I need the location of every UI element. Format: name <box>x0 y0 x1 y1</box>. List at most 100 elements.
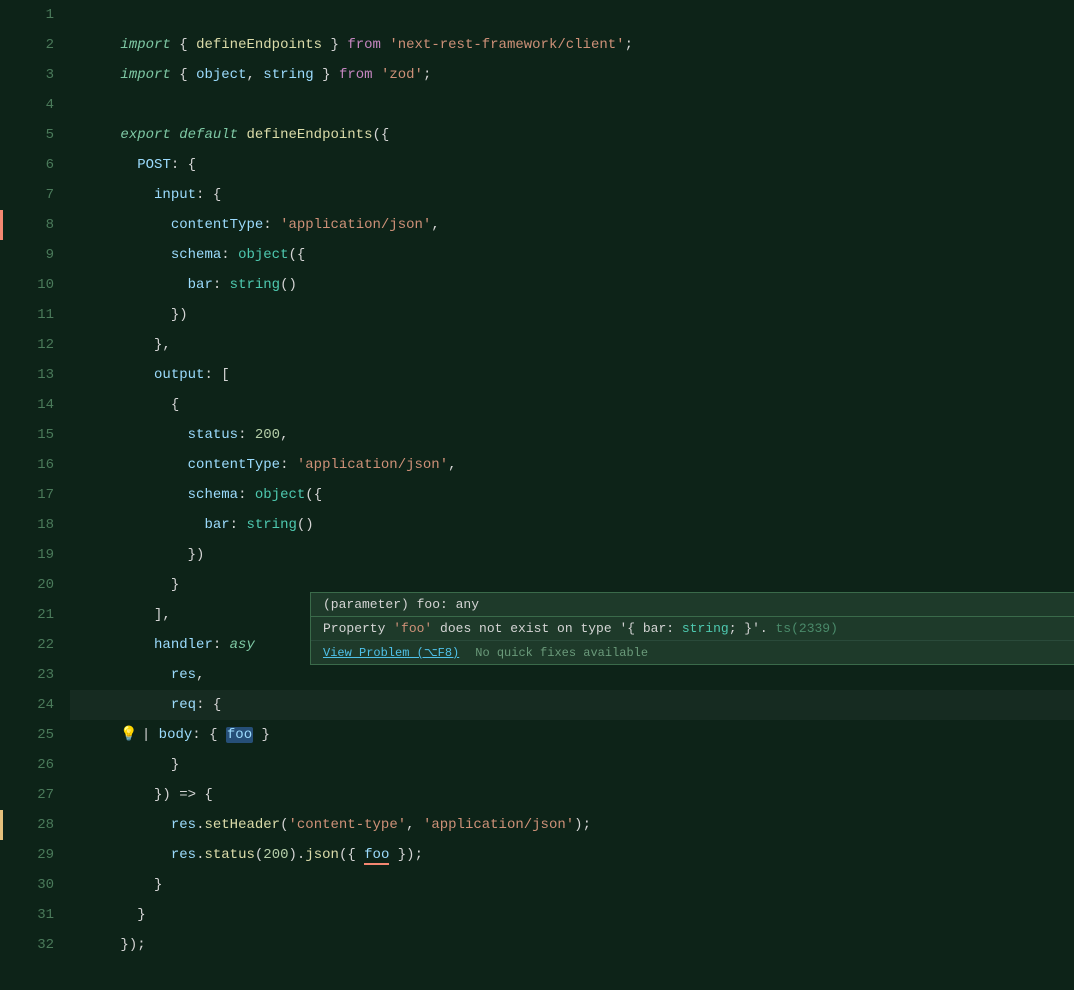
gutter-line-19 <box>0 540 20 570</box>
gutter-line-30 <box>0 870 20 900</box>
line-num-15: 15 <box>20 420 54 450</box>
line-num-22: 22 <box>20 630 54 660</box>
gutter-line-10 <box>0 270 20 300</box>
code-line-9: bar: string() <box>70 240 1074 270</box>
line-num-30: 30 <box>20 870 54 900</box>
code-line-11: }, <box>70 300 1074 330</box>
code-line-30: } <box>70 870 1074 900</box>
line-num-20: 20 <box>20 570 54 600</box>
code-line-5: POST: { <box>70 120 1074 150</box>
line-num-19: 19 <box>20 540 54 570</box>
line-num-31: 31 <box>20 900 54 930</box>
code-line-2: import { object, string } from 'zod'; <box>70 30 1074 60</box>
gutter-line-26 <box>0 750 20 780</box>
tooltip-type: string <box>682 621 729 636</box>
code-line-32 <box>70 930 1074 960</box>
gutter-line-16 <box>0 450 20 480</box>
code-line-17: bar: string() <box>70 480 1074 510</box>
line-num-28: 28 <box>20 810 54 840</box>
line-num-3: 3 <box>20 60 54 90</box>
gutter-line-22 <box>0 630 20 660</box>
gutter-line-2 <box>0 30 20 60</box>
tooltip-header-text: (parameter) foo: any <box>323 597 479 612</box>
code-line-25: } <box>70 720 1074 750</box>
line-num-1: 1 <box>20 0 54 30</box>
code-editor: 1 2 3 4 5 6 7 8 9 10 11 12 13 14 15 16 1… <box>0 0 1074 962</box>
gutter-line-12 <box>0 330 20 360</box>
line-num-17: 17 <box>20 480 54 510</box>
gutter-line-6 <box>0 150 20 180</box>
code-line-24: 💡| body: { foo } <box>70 690 1074 720</box>
gutter-line-8 <box>0 210 20 240</box>
line-num-8: 8 <box>20 210 54 240</box>
line-num-21: 21 <box>20 600 54 630</box>
no-quick-fix-text: No quick fixes available <box>475 646 648 660</box>
code-line-12: output: [ <box>70 330 1074 360</box>
code-line-15: contentType: 'application/json', <box>70 420 1074 450</box>
line-num-2: 2 <box>20 30 54 60</box>
code-line-26: }) => { <box>70 750 1074 780</box>
gutter-line-13 <box>0 360 20 390</box>
gutter-line-27 <box>0 780 20 810</box>
code-line-13: { <box>70 360 1074 390</box>
gutter-line-24 <box>0 690 20 720</box>
gutter-line-9 <box>0 240 20 270</box>
gutter-line-1 <box>0 0 20 30</box>
code-line-10: }) <box>70 270 1074 300</box>
line-num-27: 27 <box>20 780 54 810</box>
tooltip-body-prefix: Property <box>323 621 393 636</box>
line-num-9: 9 <box>20 240 54 270</box>
gutter-line-7 <box>0 180 20 210</box>
line-num-6: 6 <box>20 150 54 180</box>
code-line-6: input: { <box>70 150 1074 180</box>
left-gutter <box>0 0 20 962</box>
line-num-23: 23 <box>20 660 54 690</box>
code-line-18: }) <box>70 510 1074 540</box>
line-num-7: 7 <box>20 180 54 210</box>
code-line-19: } <box>70 540 1074 570</box>
code-line-28: res.status(200).json({ foo }); <box>70 810 1074 840</box>
code-line-1: import { defineEndpoints } from 'next-re… <box>70 0 1074 30</box>
tooltip-ts: ts(2339) <box>776 621 838 636</box>
gutter-line-28 <box>0 810 20 840</box>
gutter-line-29 <box>0 840 20 870</box>
gutter-line-11 <box>0 300 20 330</box>
line-numbers: 1 2 3 4 5 6 7 8 9 10 11 12 13 14 15 16 1… <box>20 0 62 962</box>
line-num-12: 12 <box>20 330 54 360</box>
line-num-24: 24 <box>20 690 54 720</box>
code-line-27: res.setHeader('content-type', 'applicati… <box>70 780 1074 810</box>
code-line-3 <box>70 60 1074 90</box>
gutter-line-3 <box>0 60 20 90</box>
gutter-line-23 <box>0 660 20 690</box>
gutter-line-32 <box>0 930 20 960</box>
line-num-25: 25 <box>20 720 54 750</box>
gutter-line-4 <box>0 90 20 120</box>
view-problem-link[interactable]: View Problem (⌥F8) <box>323 645 459 660</box>
line-num-5: 5 <box>20 120 54 150</box>
gutter-line-20 <box>0 570 20 600</box>
code-line-16: schema: object({ <box>70 450 1074 480</box>
gutter-line-15 <box>0 420 20 450</box>
tooltip-prop: 'foo' <box>393 621 432 636</box>
code-line-4: export default defineEndpoints({ <box>70 90 1074 120</box>
line-num-16: 16 <box>20 450 54 480</box>
code-line-8: schema: object({ <box>70 210 1074 240</box>
gutter-line-31 <box>0 900 20 930</box>
gutter-line-21 <box>0 600 20 630</box>
line-num-13: 13 <box>20 360 54 390</box>
line-num-10: 10 <box>20 270 54 300</box>
code-line-14: status: 200, <box>70 390 1074 420</box>
tooltip-body-suffix: ; }'. <box>729 621 776 636</box>
line-num-18: 18 <box>20 510 54 540</box>
line-num-26: 26 <box>20 750 54 780</box>
line-num-11: 11 <box>20 300 54 330</box>
code-line-29: } <box>70 840 1074 870</box>
tooltip-body: Property 'foo' does not exist on type '{… <box>311 617 1074 640</box>
gutter-line-5 <box>0 120 20 150</box>
line-num-32: 32 <box>20 930 54 960</box>
tooltip-header: (parameter) foo: any <box>311 593 1074 617</box>
code-line-7: contentType: 'application/json', <box>70 180 1074 210</box>
tooltip-body-middle: does not exist on type '{ bar: <box>432 621 682 636</box>
gutter-line-17 <box>0 480 20 510</box>
error-tooltip: (parameter) foo: any Property 'foo' does… <box>310 592 1074 665</box>
